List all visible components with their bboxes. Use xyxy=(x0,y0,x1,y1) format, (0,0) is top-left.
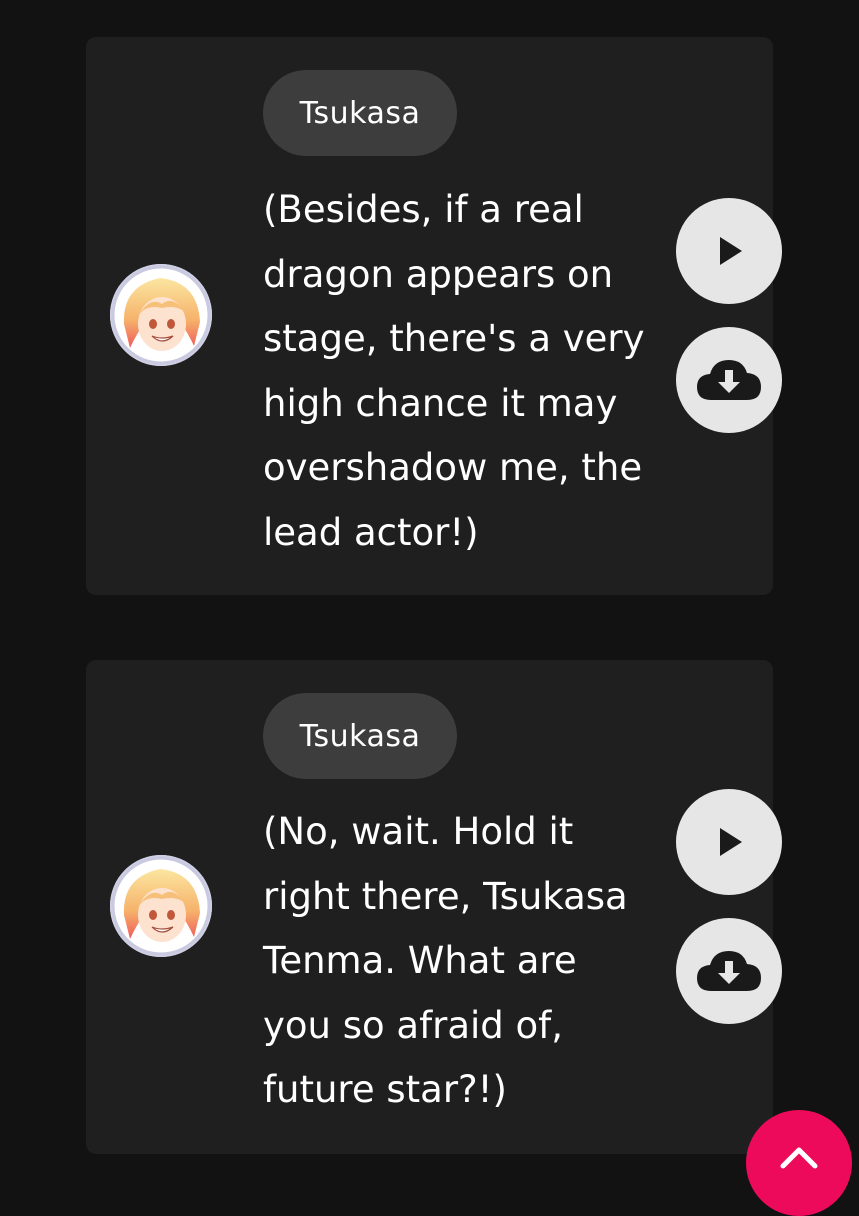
dialogue-text: (Besides, if a real dragon appears on st… xyxy=(263,188,645,554)
download-audio-button[interactable] xyxy=(676,327,782,433)
speaker-avatar xyxy=(110,855,212,957)
play-audio-button[interactable] xyxy=(676,789,782,895)
play-audio-button[interactable] xyxy=(676,198,782,304)
message-card: Tsukasa (Besides, if a real dragon appea… xyxy=(86,37,782,595)
dialogue-text: (No, wait. Hold it right there, Tsukasa … xyxy=(263,810,628,1111)
message-card: Tsukasa (No, wait. Hold it right there, … xyxy=(86,660,782,1154)
scroll-to-top-button[interactable] xyxy=(746,1110,852,1216)
speaker-name-chip: Tsukasa xyxy=(263,693,457,779)
download-audio-button[interactable] xyxy=(676,918,782,1024)
cloud-download-icon xyxy=(697,951,761,991)
speaker-name-chip: Tsukasa xyxy=(263,70,457,156)
speaker-avatar xyxy=(110,264,212,366)
play-icon xyxy=(720,828,742,856)
cloud-download-icon xyxy=(697,360,761,400)
play-icon xyxy=(720,237,742,265)
chevron-up-icon xyxy=(780,1147,818,1169)
